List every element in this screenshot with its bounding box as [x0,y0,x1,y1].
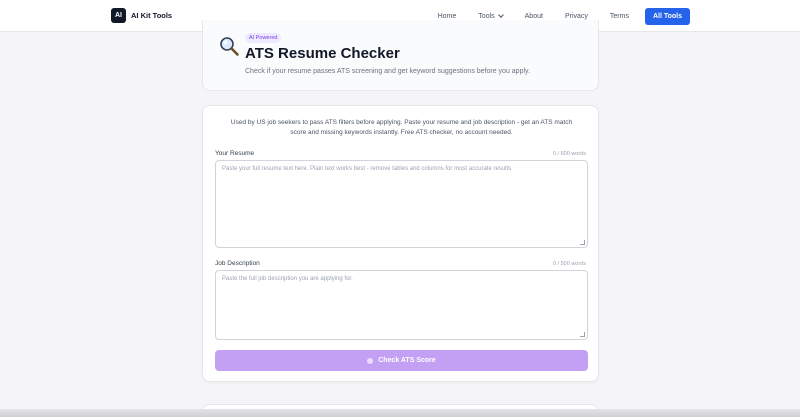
resume-word-counter: 0 / 600 words [552,151,586,157]
check-ats-score-label: Check ATS Score [378,357,436,364]
check-icon [367,357,374,364]
nav-terms[interactable]: Terms [610,13,629,20]
job-word-counter: 0 / 500 words [552,261,586,267]
nav-tools-label: Tools [478,12,495,20]
page-bottom-shadow [0,409,800,417]
ai-powered-badge: AI Powered [245,33,282,43]
job-description-label: Job Description [215,260,260,267]
intro-text: Used by US job seekers to pass ATS filte… [230,119,573,136]
checker-form-card: Used by US job seekers to pass ATS filte… [202,105,599,382]
nav-home[interactable]: Home [438,13,457,20]
check-ats-score-button[interactable]: Check ATS Score [215,350,588,371]
nav-privacy[interactable]: Privacy [565,13,588,20]
nav-about[interactable]: About [525,13,543,20]
job-placeholder: Paste the full job description you are a… [222,276,353,282]
brand-name: AI Kit Tools [131,11,173,20]
job-description-textarea[interactable]: Paste the full job description you are a… [215,270,588,340]
brand-link[interactable]: AI AI Kit Tools [111,8,172,23]
resume-placeholder: Paste your full resume text here. Plain … [222,166,513,172]
hero-card: AI Powered ATS Resume Checker Check if y… [202,20,599,91]
magnifier-icon [220,37,239,56]
page-title: ATS Resume Checker [245,45,400,62]
page-subtitle: Check if your resume passes ATS screenin… [245,68,530,75]
chevron-down-icon [497,11,504,18]
all-tools-button[interactable]: All Tools [644,7,690,25]
nav-tools[interactable]: Tools [478,11,504,20]
resize-handle-icon[interactable] [580,332,585,337]
logo-icon: AI [111,8,126,23]
resize-handle-icon[interactable] [580,240,585,245]
resume-label: Your Resume [215,150,255,157]
resume-textarea[interactable]: Paste your full resume text here. Plain … [215,160,588,248]
